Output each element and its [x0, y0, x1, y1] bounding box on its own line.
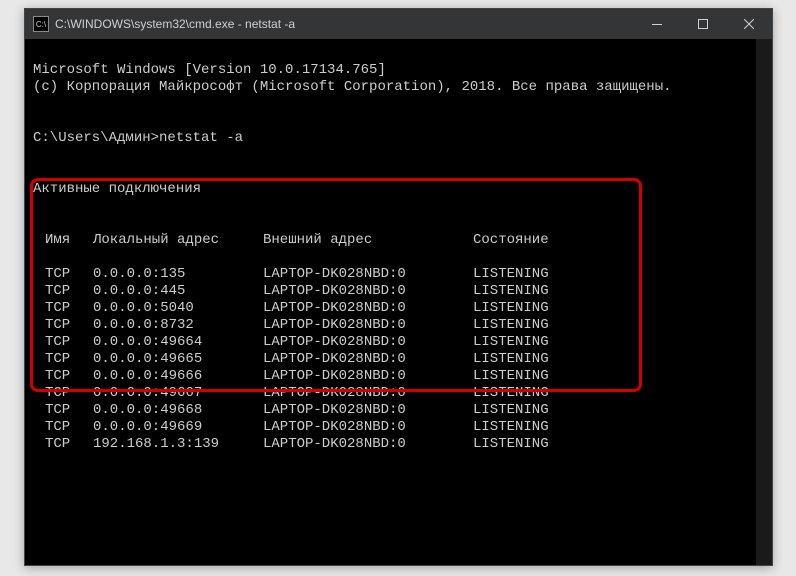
cell-local: 0.0.0.0:49668 [93, 402, 263, 419]
cell-local: 0.0.0.0:49669 [93, 419, 263, 436]
active-connections-heading: Активные подключения [33, 181, 201, 197]
cell-state: LISTENING [473, 402, 549, 419]
cell-local: 0.0.0.0:135 [93, 266, 263, 283]
cell-proto: TCP [45, 385, 93, 402]
header-state: Состояние [473, 232, 549, 249]
minimize-icon [652, 24, 662, 25]
cell-state: LISTENING [473, 283, 549, 300]
prompt: C:\Users\Админ> [33, 130, 159, 146]
header-proto: Имя [45, 232, 93, 249]
table-row: TCP0.0.0.0:49666LAPTOP-DK028NBD:0LISTENI… [33, 368, 764, 385]
close-button[interactable] [726, 9, 772, 39]
cell-state: LISTENING [473, 385, 549, 402]
table-row: TCP0.0.0.0:445LAPTOP-DK028NBD:0LISTENING [33, 283, 764, 300]
cmd-window: C:\ C:\WINDOWS\system32\cmd.exe - netsta… [24, 8, 773, 566]
cell-state: LISTENING [473, 317, 549, 334]
cmd-icon: C:\ [33, 16, 49, 32]
cell-proto: TCP [45, 334, 93, 351]
cell-local: 0.0.0.0:8732 [93, 317, 263, 334]
table-row: TCP0.0.0.0:5040LAPTOP-DK028NBD:0LISTENIN… [33, 300, 764, 317]
version-line: Microsoft Windows [Version 10.0.17134.76… [33, 62, 386, 78]
header-foreign: Внешний адрес [263, 232, 473, 249]
cell-proto: TCP [45, 266, 93, 283]
window-controls [634, 9, 772, 39]
cell-local: 0.0.0.0:49665 [93, 351, 263, 368]
cell-local: 0.0.0.0:445 [93, 283, 263, 300]
table-row: TCP0.0.0.0:49669LAPTOP-DK028NBD:0LISTENI… [33, 419, 764, 436]
cell-local: 0.0.0.0:49667 [93, 385, 263, 402]
copyright-line: (c) Корпорация Майкрософт (Microsoft Cor… [33, 79, 672, 95]
scrollbar-track [756, 39, 772, 565]
cell-foreign: LAPTOP-DK028NBD:0 [263, 283, 473, 300]
cell-proto: TCP [45, 300, 93, 317]
window-title: C:\WINDOWS\system32\cmd.exe - netstat -a [55, 17, 634, 31]
cell-local: 192.168.1.3:139 [93, 436, 263, 453]
cell-state: LISTENING [473, 436, 549, 453]
cell-local: 0.0.0.0:49666 [93, 368, 263, 385]
cell-state: LISTENING [473, 300, 549, 317]
table-header: ИмяЛокальный адресВнешний адресСостояние [33, 232, 764, 249]
maximize-button[interactable] [680, 9, 726, 39]
cell-proto: TCP [45, 419, 93, 436]
table-body: TCP0.0.0.0:135LAPTOP-DK028NBD:0LISTENING… [33, 266, 764, 453]
cell-proto: TCP [45, 351, 93, 368]
cell-state: LISTENING [473, 368, 549, 385]
table-row: TCP0.0.0.0:49668LAPTOP-DK028NBD:0LISTENI… [33, 402, 764, 419]
table-row: TCP0.0.0.0:135LAPTOP-DK028NBD:0LISTENING [33, 266, 764, 283]
cell-foreign: LAPTOP-DK028NBD:0 [263, 317, 473, 334]
header-local: Локальный адрес [93, 232, 263, 249]
cell-foreign: LAPTOP-DK028NBD:0 [263, 334, 473, 351]
table-row: TCP0.0.0.0:49667LAPTOP-DK028NBD:0LISTENI… [33, 385, 764, 402]
minimize-button[interactable] [634, 9, 680, 39]
cell-state: LISTENING [473, 266, 549, 283]
cell-proto: TCP [45, 283, 93, 300]
cell-local: 0.0.0.0:5040 [93, 300, 263, 317]
table-row: TCP192.168.1.3:139LAPTOP-DK028NBD:0LISTE… [33, 436, 764, 453]
titlebar[interactable]: C:\ C:\WINDOWS\system32\cmd.exe - netsta… [25, 9, 772, 39]
cell-proto: TCP [45, 436, 93, 453]
cell-state: LISTENING [473, 351, 549, 368]
cell-foreign: LAPTOP-DK028NBD:0 [263, 266, 473, 283]
cell-proto: TCP [45, 317, 93, 334]
cell-foreign: LAPTOP-DK028NBD:0 [263, 385, 473, 402]
cell-state: LISTENING [473, 334, 549, 351]
cell-foreign: LAPTOP-DK028NBD:0 [263, 402, 473, 419]
cell-local: 0.0.0.0:49664 [93, 334, 263, 351]
cell-foreign: LAPTOP-DK028NBD:0 [263, 300, 473, 317]
cell-proto: TCP [45, 368, 93, 385]
table-row: TCP0.0.0.0:49665LAPTOP-DK028NBD:0LISTENI… [33, 351, 764, 368]
command-text: netstat -a [159, 130, 243, 146]
table-row: TCP0.0.0.0:49664LAPTOP-DK028NBD:0LISTENI… [33, 334, 764, 351]
vertical-scrollbar[interactable] [756, 39, 772, 565]
table-row: TCP0.0.0.0:8732LAPTOP-DK028NBD:0LISTENIN… [33, 317, 764, 334]
cell-proto: TCP [45, 402, 93, 419]
close-icon [744, 19, 754, 29]
cell-foreign: LAPTOP-DK028NBD:0 [263, 419, 473, 436]
terminal-output[interactable]: Microsoft Windows [Version 10.0.17134.76… [25, 39, 772, 565]
maximize-icon [698, 19, 708, 29]
cell-foreign: LAPTOP-DK028NBD:0 [263, 368, 473, 385]
cell-state: LISTENING [473, 419, 549, 436]
cell-foreign: LAPTOP-DK028NBD:0 [263, 436, 473, 453]
cell-foreign: LAPTOP-DK028NBD:0 [263, 351, 473, 368]
